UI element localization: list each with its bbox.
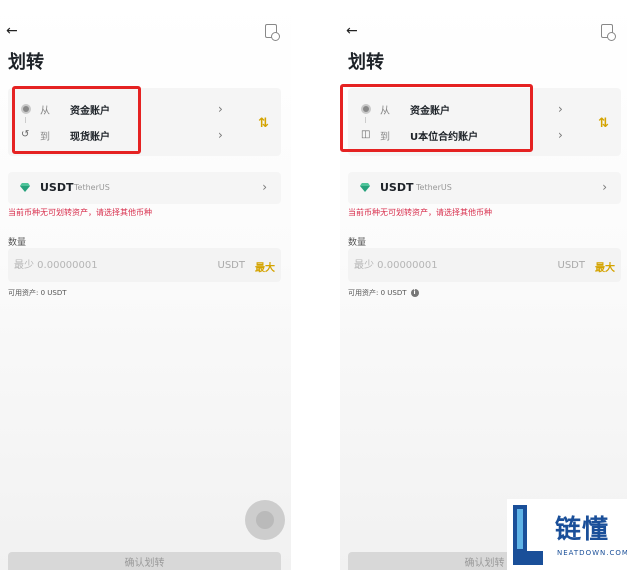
switch-direction-icon[interactable]: ⇅ <box>258 116 269 131</box>
amount-field-box: USDT 最大 <box>8 248 281 282</box>
page-title: 划转 <box>8 52 44 73</box>
amount-label: 数量 <box>8 238 27 248</box>
spot-account-icon: ↺ <box>21 129 30 140</box>
futures-account-icon: ◫ <box>361 129 371 140</box>
available-balance: 可用资产: 0 USDT i <box>348 288 419 298</box>
from-account-row[interactable]: 从 资金账户 › <box>8 96 248 122</box>
transfer-account-card: 从 资金账户 › ↺ 到 现货账户 › ⇅ <box>8 88 281 156</box>
watermark-site: NEATDOWN.COM <box>557 549 627 557</box>
chevron-right-icon: › <box>218 102 223 116</box>
available-balance: 可用资产: 0 USDT <box>8 289 67 297</box>
amount-field-box: USDT 最大 <box>348 248 621 282</box>
chevron-right-icon: › <box>218 128 223 142</box>
chevron-right-icon: › <box>558 102 563 116</box>
to-label: 到 <box>380 131 390 143</box>
max-button[interactable]: 最大 <box>255 259 275 274</box>
to-account-value: 现货账户 <box>70 131 110 143</box>
max-button[interactable]: 最大 <box>595 259 615 274</box>
watermark-brand: 链懂 <box>555 515 610 545</box>
from-account-value: 资金账户 <box>70 105 110 117</box>
coin-symbol: USDT <box>40 181 74 194</box>
to-account-row[interactable]: ↺ 到 现货账户 › <box>8 122 248 148</box>
chevron-right-icon: › <box>558 128 563 142</box>
watermark-logo: 链懂 NEATDOWN.COM <box>507 499 627 570</box>
transfer-screen-left: ← 划转 从 资金账户 › ↺ 到 现货账户 › ⇅ USDT TetherUS… <box>0 0 291 570</box>
neatdown-logo-mark <box>513 505 543 565</box>
info-icon[interactable]: i <box>410 289 419 297</box>
chevron-right-icon: › <box>602 180 607 194</box>
page-title: 划转 <box>348 52 384 73</box>
amount-input[interactable] <box>354 255 534 275</box>
comparison-stage: ← 划转 从 资金账户 › ↺ 到 现货账户 › ⇅ USDT TetherUS… <box>0 0 627 570</box>
warning-message: 当前币种无可划转资产，请选择其他币种 <box>348 208 492 217</box>
chevron-right-icon: › <box>262 180 267 194</box>
switch-direction-icon[interactable]: ⇅ <box>598 116 609 131</box>
coin-symbol: USDT <box>380 181 414 194</box>
from-label: 从 <box>40 105 50 117</box>
usdt-gem-icon <box>20 183 30 192</box>
transfer-account-card: 从 资金账户 › ◫ 到 U本位合约账户 › ⇅ <box>348 88 621 156</box>
warning-message: 当前币种无可划转资产，请选择其他币种 <box>8 208 152 217</box>
transfer-screen-right: ← 划转 从 资金账户 › ◫ 到 U本位合约账户 › ⇅ USDT Tethe… <box>340 0 627 570</box>
coin-full-name: TetherUS <box>416 183 452 192</box>
coin-selector[interactable]: USDT TetherUS › <box>8 172 281 204</box>
available-balance-text: 可用资产: 0 USDT <box>348 289 407 297</box>
from-account-row[interactable]: 从 资金账户 › <box>348 96 588 122</box>
back-arrow-icon[interactable]: ← <box>6 24 22 38</box>
amount-unit: USDT <box>217 260 245 271</box>
amount-unit: USDT <box>557 260 585 271</box>
coin-full-name: TetherUS <box>74 183 110 192</box>
confirm-transfer-button[interactable]: 确认划转 <box>8 552 281 570</box>
from-account-icon <box>21 104 31 114</box>
floating-assistive-button[interactable] <box>245 500 285 540</box>
coin-selector[interactable]: USDT TetherUS › <box>348 172 621 204</box>
to-account-row[interactable]: ◫ 到 U本位合约账户 › <box>348 122 588 148</box>
usdt-gem-icon <box>360 183 370 192</box>
back-arrow-icon[interactable]: ← <box>346 24 362 38</box>
to-label: 到 <box>40 131 50 143</box>
from-account-icon <box>361 104 371 114</box>
history-record-icon[interactable] <box>265 24 280 41</box>
amount-label: 数量 <box>348 238 367 248</box>
from-account-value: 资金账户 <box>410 105 450 117</box>
from-label: 从 <box>380 105 390 117</box>
to-account-value: U本位合约账户 <box>410 131 479 143</box>
amount-input[interactable] <box>14 255 194 275</box>
history-record-icon[interactable] <box>601 24 616 41</box>
